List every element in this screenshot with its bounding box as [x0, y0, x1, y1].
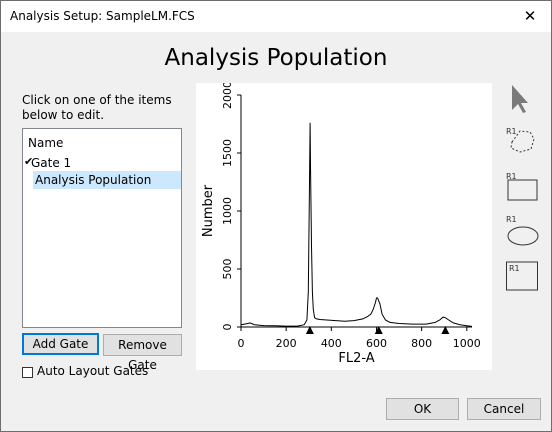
x-tick-label: 200 [276, 337, 297, 350]
pointer-tool-icon[interactable] [512, 85, 528, 113]
histogram-chart: 0 500 1000 1500 2000 0 200 400 600 800 1000 FL2-A Nu… [201, 81, 481, 366]
y-tick-label: 500 [221, 259, 234, 280]
ellipse-tool-label: R1 [506, 215, 517, 224]
y-tick-label: 1500 [221, 139, 234, 167]
y-tick-label: 0 [221, 324, 234, 331]
add-gate-button[interactable]: Add Gate [22, 333, 99, 355]
analysis-setup-dialog: Analysis Setup: SampleLM.FCS ✕ Analysis … [0, 0, 552, 432]
gate-tree[interactable]: Name ✔ Gate 1 Analysis Population [22, 128, 182, 328]
y-tick-label: 1000 [221, 197, 234, 225]
x-tick-label: 400 [321, 337, 342, 350]
gate-tool-palette: R1 R1 R1 R1 [506, 85, 539, 291]
instruction-line-2: below to edit. [22, 108, 105, 122]
x-tick-label: 600 [366, 337, 387, 350]
x-axis-title: FL2-A [338, 351, 374, 366]
x-tick-label: 1000 [453, 337, 481, 350]
tree-item-analysis-population[interactable]: Analysis Population [35, 173, 151, 187]
polygon-gate-tool-icon[interactable]: R1 [506, 127, 535, 153]
auto-layout-label: Auto Layout Gates [37, 364, 149, 378]
x-tick-label: 800 [411, 337, 432, 350]
title-bar: Analysis Setup: SampleLM.FCS ✕ [1, 1, 551, 32]
tree-header: Name [28, 136, 64, 150]
cancel-button[interactable]: Cancel [467, 398, 541, 420]
quadrant-tool-label: R1 [509, 264, 520, 273]
y-axis-title: Number [201, 184, 216, 237]
histogram-series-line [240, 122, 473, 327]
instruction-line-1: Click on one of the items [22, 93, 172, 107]
y-tick-label: 2000 [221, 83, 234, 109]
window-title: Analysis Setup: SampleLM.FCS [10, 9, 195, 23]
remove-gate-button[interactable]: Remove Gate [103, 334, 182, 372]
ok-button[interactable]: OK [386, 398, 459, 420]
page-title: Analysis Population [164, 45, 388, 71]
tree-item-gate-1[interactable]: Gate 1 [31, 156, 71, 170]
ellipse-gate-tool-icon[interactable]: R1 [506, 215, 539, 246]
histogram-plot: 0 500 1000 1500 2000 0 200 400 600 800 1000 FL2-A Nu… [196, 81, 492, 370]
auto-layout-checkbox[interactable] [22, 367, 33, 378]
quadrant-gate-tool-icon[interactable]: R1 [506, 261, 538, 291]
rectangle-gate-tool-icon[interactable]: R1 [506, 172, 538, 201]
close-icon[interactable]: ✕ [519, 6, 541, 26]
x-tick-label: 0 [238, 337, 245, 350]
polygon-tool-label: R1 [506, 127, 517, 136]
